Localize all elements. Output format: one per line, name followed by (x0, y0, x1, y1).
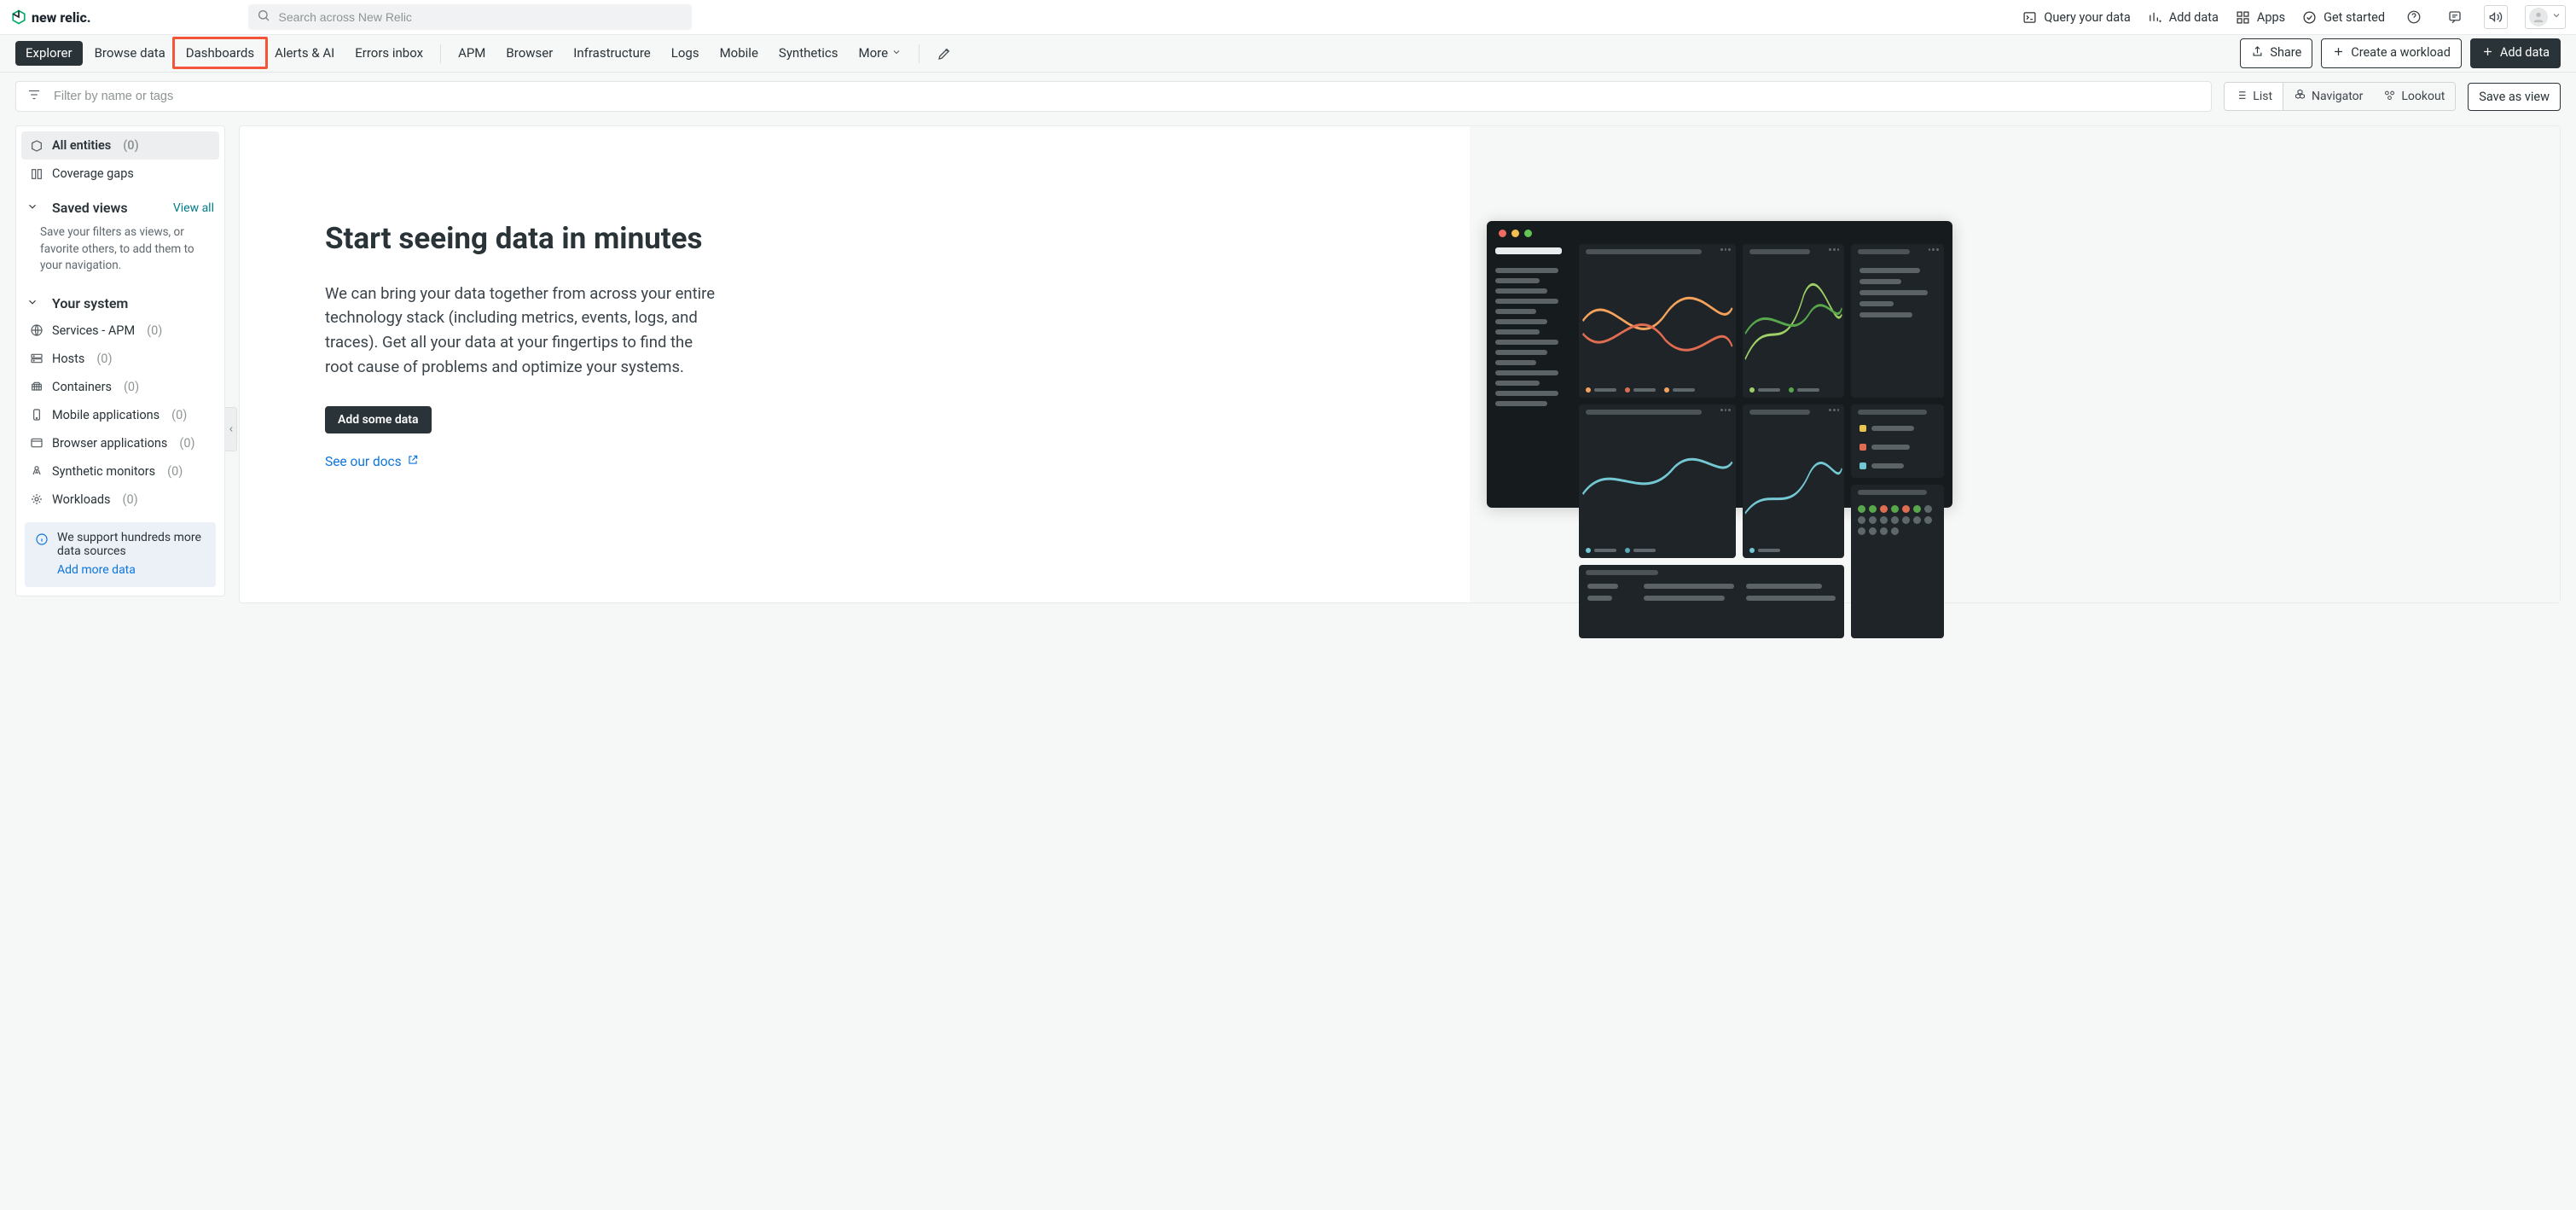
sidebar-workloads[interactable]: Workloads (0) (21, 486, 219, 514)
nav-explorer[interactable]: Explorer (15, 41, 83, 66)
sidebar-mobile-apps[interactable]: Mobile applications (0) (21, 401, 219, 429)
view-lookout[interactable]: Lookout (2373, 83, 2455, 110)
circles-icon (2383, 89, 2396, 104)
info-box: We support hundreds more data sources Ad… (25, 522, 216, 587)
edit-nav-icon[interactable] (937, 46, 952, 61)
nav-more[interactable]: More (850, 41, 910, 66)
see-docs-link[interactable]: See our docs (325, 454, 419, 469)
nav-browser[interactable]: Browser (497, 41, 561, 66)
nav-errors-inbox[interactable]: Errors inbox (346, 41, 432, 66)
list-icon (2235, 89, 2248, 104)
view-list[interactable]: List (2225, 83, 2283, 110)
sidebar-all-entities[interactable]: All entities (0) (21, 131, 219, 160)
chevron-down-icon (891, 47, 902, 60)
share-button[interactable]: Share (2240, 38, 2312, 68)
nav-browse-data[interactable]: Browse data (86, 41, 174, 66)
sidebar-hosts[interactable]: Hosts (0) (21, 345, 219, 373)
hero-body: We can bring your data together from acr… (325, 282, 717, 380)
terminal-icon (2022, 10, 2037, 25)
plus-icon (2481, 45, 2494, 61)
sidebar-services-apm[interactable]: Services - APM (0) (21, 317, 219, 345)
sidebar-browser-apps[interactable]: Browser applications (0) (21, 429, 219, 457)
chevron-down-icon (2551, 10, 2561, 24)
saved-views-help: Save your filters as views, or favorite … (21, 221, 219, 283)
chevron-down-icon[interactable] (26, 200, 38, 216)
add-more-data-link[interactable]: Add more data (57, 563, 206, 577)
create-workload-button[interactable]: Create a workload (2321, 38, 2462, 68)
search-icon (257, 9, 270, 26)
view-all-link[interactable]: View all (173, 201, 214, 215)
nav-mobile[interactable]: Mobile (711, 41, 767, 66)
sidebar: All entities (0) Coverage gaps Saved vie… (15, 125, 225, 596)
nav-dashboards[interactable]: Dashboards (177, 41, 263, 66)
nav-infrastructure[interactable]: Infrastructure (565, 41, 659, 66)
nav-divider (919, 44, 920, 63)
sidebar-collapse-handle[interactable] (225, 407, 237, 451)
apps-button[interactable]: Apps (2236, 10, 2285, 25)
get-started-button[interactable]: Get started (2302, 10, 2385, 25)
query-data-button[interactable]: Query your data (2022, 10, 2130, 25)
info-icon (35, 532, 49, 546)
help-icon[interactable] (2402, 5, 2426, 29)
saved-views-title: Saved views (52, 200, 128, 216)
sidebar-containers[interactable]: Containers (0) (21, 373, 219, 401)
grid-icon (2236, 10, 2250, 25)
view-navigator[interactable]: Navigator (2283, 83, 2373, 110)
hero-title: Start seeing data in minutes (325, 220, 1393, 258)
feedback-icon[interactable] (2443, 5, 2467, 29)
filter-bar[interactable] (15, 81, 2212, 112)
nav-apm[interactable]: APM (450, 41, 494, 66)
add-data-top-button[interactable]: Add data (2148, 10, 2219, 25)
user-menu[interactable] (2525, 5, 2566, 29)
search-input[interactable] (277, 9, 683, 25)
view-toggle: List Navigator Lookout (2224, 82, 2456, 111)
share-icon (2251, 45, 2264, 61)
add-data-nav-button[interactable]: Add data (2470, 38, 2561, 68)
avatar-icon (2529, 8, 2548, 26)
announce-icon[interactable] (2484, 5, 2508, 29)
nav-divider (440, 44, 441, 63)
sidebar-synthetic-monitors[interactable]: Synthetic monitors (0) (21, 457, 219, 486)
save-view-button[interactable]: Save as view (2468, 83, 2561, 111)
nav-logs[interactable]: Logs (663, 41, 708, 66)
filter-input[interactable] (52, 89, 2201, 104)
global-search[interactable] (248, 4, 692, 30)
check-circle-icon (2302, 10, 2317, 25)
plus-icon (2332, 45, 2345, 61)
nav-synthetics[interactable]: Synthetics (770, 41, 847, 66)
chevron-down-icon[interactable] (26, 295, 38, 311)
add-some-data-button[interactable]: Add some data (325, 406, 432, 433)
your-system-title: Your system (52, 295, 128, 311)
chart-plus-icon (2148, 10, 2162, 25)
main-panel: Start seeing data in minutes We can brin… (239, 125, 2561, 603)
brand-icon (11, 9, 26, 25)
external-link-icon (407, 454, 419, 469)
brand-name: new relic. (32, 9, 91, 26)
filter-icon (26, 87, 42, 106)
sidebar-coverage-gaps[interactable]: Coverage gaps (21, 160, 219, 188)
nav-alerts-ai[interactable]: Alerts & AI (266, 41, 343, 66)
brand-logo[interactable]: new relic. (7, 9, 91, 26)
hex-icon (2294, 89, 2306, 104)
hero-illustration (1470, 126, 2560, 602)
